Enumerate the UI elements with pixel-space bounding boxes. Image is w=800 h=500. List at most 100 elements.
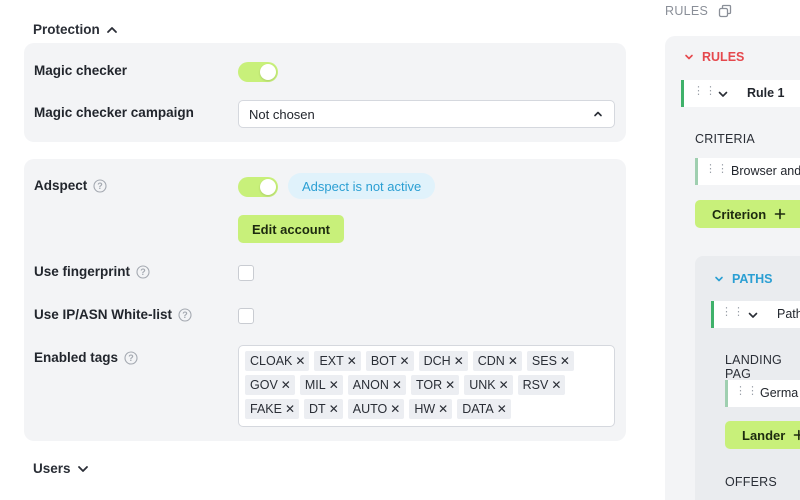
svg-text:?: ? [98,181,104,191]
use-fingerprint-label: Use fingerprint ? [34,264,150,279]
chevron-up-icon [106,26,117,33]
help-icon[interactable]: ? [93,178,107,193]
tag-label: HW [414,402,436,416]
remove-tag-icon[interactable]: ✕ [497,402,507,416]
tag-label: RSV [522,378,549,392]
adspect-toggle[interactable] [238,177,278,197]
tag-chip: TOR ✕ [410,375,460,395]
remove-tag-icon[interactable]: ✕ [281,378,291,392]
criteria-item-label: Browser and [731,164,800,178]
remove-tag-icon[interactable]: ✕ [347,354,357,368]
tag-label: DCH [423,354,451,368]
enabled-tags-label: Enabled tags ? [34,350,138,365]
paths-heading: PATHS [732,272,773,286]
tag-chip: MIL ✕ [299,375,343,395]
users-section-toggle[interactable]: Users [33,461,89,476]
protection-title: Protection [33,22,100,37]
remove-tag-icon[interactable]: ✕ [508,354,518,368]
remove-tag-icon[interactable]: ✕ [285,402,295,416]
rule-item[interactable]: ⋮⋮ Rule 1 [681,80,800,107]
chevron-down-icon[interactable] [717,88,729,100]
help-icon[interactable]: ? [178,307,192,322]
drag-handle-icon[interactable]: ⋮⋮ [721,307,745,318]
copy-icon[interactable] [718,4,732,18]
remove-tag-icon[interactable]: ✕ [499,378,509,392]
remove-tag-icon[interactable]: ✕ [445,378,455,392]
tag-label: DT [309,402,326,416]
paths-collapse-toggle[interactable]: PATHS [714,272,773,286]
magic-checker-toggle[interactable] [238,62,278,82]
tag-chip: AUTO ✕ [347,399,405,419]
remove-tag-icon[interactable]: ✕ [400,354,410,368]
tag-label: EXT [319,354,344,368]
drag-handle-icon[interactable]: ⋮⋮ [705,164,729,175]
criteria-heading: CRITERIA [695,132,755,146]
tag-label: ANON [352,378,389,392]
tag-label: MIL [304,378,326,392]
tag-chip: GOV ✕ [245,375,295,395]
use-ip-whitelist-label: Use IP/ASN White-list ? [34,307,192,322]
add-criterion-button[interactable]: Criterion [695,200,800,228]
tag-label: DATA [462,402,494,416]
tag-label: FAKE [250,402,282,416]
rules-heading: RULES [702,50,745,64]
add-lander-button[interactable]: Lander [725,421,800,449]
users-title: Users [33,461,71,476]
tag-chip: RSV ✕ [517,375,566,395]
path-item[interactable]: ⋮⋮ Path [711,301,800,328]
remove-tag-icon[interactable]: ✕ [392,378,402,392]
criteria-status-bar [695,158,698,185]
tag-chip: UNK ✕ [464,375,513,395]
tag-chip: SES ✕ [526,351,574,371]
drag-handle-icon[interactable]: ⋮⋮ [693,86,717,97]
remove-tag-icon[interactable]: ✕ [560,354,570,368]
tag-chip: CLOAK ✕ [245,351,310,371]
criteria-item[interactable]: ⋮⋮ Browser and [695,158,800,185]
remove-tag-icon[interactable]: ✕ [295,354,305,368]
help-icon[interactable]: ? [124,350,138,365]
landing-item[interactable]: ⋮⋮ Germa [725,380,800,407]
use-fingerprint-checkbox[interactable] [238,265,254,281]
magic-checker-campaign-select[interactable]: Not chosen [238,100,615,128]
remove-tag-icon[interactable]: ✕ [329,402,339,416]
tag-chip: FAKE ✕ [245,399,300,419]
tag-chip: CDN ✕ [472,351,522,371]
drag-handle-icon[interactable]: ⋮⋮ [735,386,759,397]
svg-text:?: ? [140,267,146,277]
remove-tag-icon[interactable]: ✕ [390,402,400,416]
tag-chip: DCH ✕ [418,351,468,371]
tag-chip: BOT ✕ [365,351,414,371]
tag-label: GOV [250,378,278,392]
chevron-down-icon[interactable] [747,309,759,321]
tag-label: BOT [370,354,397,368]
remove-tag-icon[interactable]: ✕ [551,378,561,392]
offers-heading: OFFERS [725,475,777,489]
protection-section-toggle[interactable]: Protection [33,22,118,37]
tag-chip: ANON ✕ [347,375,406,395]
help-icon[interactable]: ? [136,264,150,279]
rules-panel-title: RULES [665,4,709,18]
tag-chip: HW ✕ [409,399,453,419]
rule-status-bar [681,80,684,107]
rules-panel-header: RULES [665,4,732,18]
tag-label: UNK [469,378,496,392]
tag-label: SES [531,354,557,368]
use-ip-whitelist-checkbox[interactable] [238,308,254,324]
enabled-tags-multiselect[interactable]: CLOAK ✕ EXT ✕ BOT ✕ DCH ✕ CDN ✕ SES ✕ GOV ✕ MIL ✕ ANON ✕ T… [238,345,615,427]
path-status-bar [711,301,714,328]
path-name: Path [777,307,800,321]
remove-tag-icon[interactable]: ✕ [329,378,339,392]
campaign-select-value: Not chosen [249,106,315,122]
toggle-knob [260,179,276,195]
chevron-up-icon [594,111,602,117]
remove-tag-icon[interactable]: ✕ [438,402,448,416]
magic-checker-campaign-label: Magic checker campaign [34,105,194,120]
toggle-knob [260,64,276,80]
tag-label: CDN [477,354,505,368]
remove-tag-icon[interactable]: ✕ [454,354,464,368]
plus-icon [774,208,786,220]
edit-account-button[interactable]: Edit account [238,215,344,243]
svg-text:?: ? [128,353,134,363]
tag-chip: EXT ✕ [314,351,361,371]
rules-collapse-toggle[interactable]: RULES [684,50,744,64]
